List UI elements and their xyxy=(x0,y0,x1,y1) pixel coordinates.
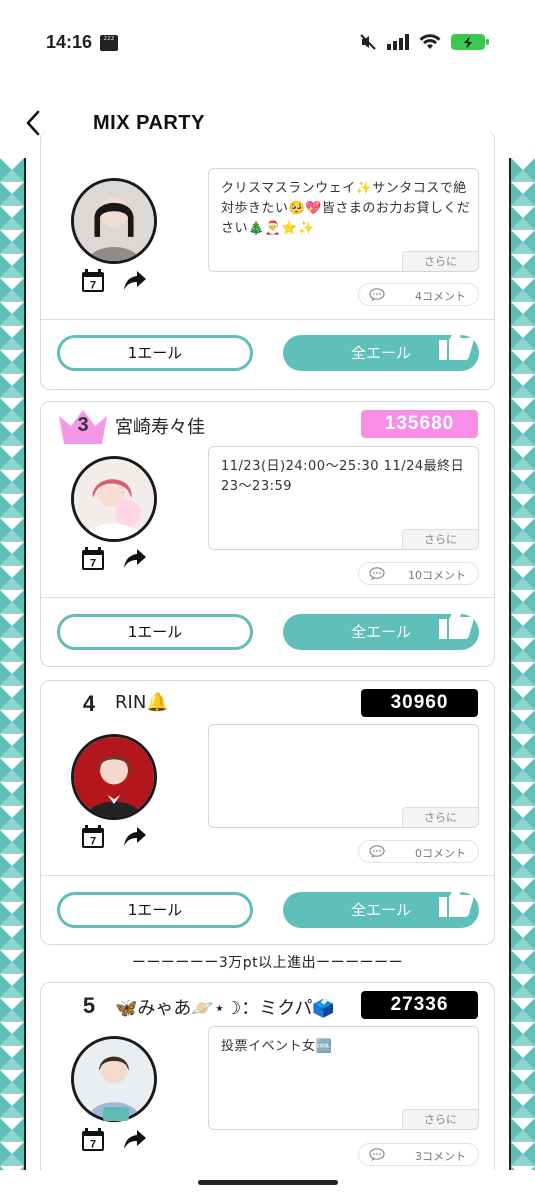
wifi-icon xyxy=(419,34,441,49)
ranking-card: 7 クリスマスランウェイ✨サンタコスで絶対歩きたい🥺💖皆さまのお力お貸しください… xyxy=(40,130,495,390)
clock: 14:16 xyxy=(46,32,93,52)
share-icon[interactable] xyxy=(123,826,147,848)
performer-name[interactable]: RIN🔔 xyxy=(115,692,169,713)
comment-count: 4コメント xyxy=(415,290,466,303)
calendar-icon[interactable]: 7 xyxy=(81,547,105,571)
rank-number: 3 xyxy=(77,414,89,436)
message-text: 投票イベント女🆒 xyxy=(221,1039,333,1054)
live-badge xyxy=(103,1107,129,1121)
svg-text:7: 7 xyxy=(90,836,96,848)
comments-button[interactable]: 4コメント xyxy=(358,283,479,306)
triangle-pattern-right xyxy=(511,158,535,1170)
avatar[interactable] xyxy=(71,734,157,820)
performer-name[interactable]: 宮崎寿々佳 xyxy=(115,413,205,439)
one-cheer-button[interactable]: 1エール xyxy=(57,892,253,928)
ranking-card: 3 宮崎寿々佳 135680 7 11/23(日)24:00〜25:30 11/… xyxy=(40,401,495,667)
all-cheer-label: 全エール xyxy=(350,623,411,641)
points-badge: 27336 xyxy=(361,991,478,1019)
share-icon[interactable] xyxy=(123,270,147,292)
comments-button[interactable]: 0コメント xyxy=(358,840,479,863)
triangle-pattern-left xyxy=(0,158,24,1170)
all-cheer-label: 全エール xyxy=(350,901,411,919)
one-cheer-button[interactable]: 1エール xyxy=(57,335,253,371)
divider xyxy=(41,597,494,598)
comment-count: 0コメント xyxy=(415,847,466,860)
rank-number: 4 xyxy=(82,691,96,716)
signal-icon xyxy=(387,34,409,50)
share-icon[interactable] xyxy=(123,548,147,570)
more-button[interactable]: さらに xyxy=(402,1109,478,1129)
avatar[interactable] xyxy=(71,178,157,264)
home-indicator[interactable] xyxy=(198,1180,338,1185)
rank-number: 5 xyxy=(82,993,96,1018)
comment-icon xyxy=(369,845,385,858)
comment-icon xyxy=(369,288,385,301)
one-cheer-button[interactable]: 1エール xyxy=(57,614,253,650)
comment-count: 3コメント xyxy=(415,1150,466,1163)
calendar-icon[interactable]: 7 xyxy=(81,825,105,849)
battery-icon xyxy=(451,34,489,50)
comments-button[interactable]: 3コメント xyxy=(358,1143,479,1166)
status-bar: 14:16 zzz xyxy=(0,0,535,90)
more-button[interactable]: さらに xyxy=(402,807,478,827)
performer-name[interactable]: 🦋みゃあ🪐⋆☽：ミクパ🗳️ xyxy=(115,994,335,1020)
ranking-card: 5 🦋みゃあ🪐⋆☽：ミクパ🗳️ 27336 7 投票イベント女🆒 さらに 3コメ… xyxy=(40,982,495,1170)
avatar[interactable] xyxy=(71,456,157,542)
comment-icon xyxy=(369,567,385,580)
pattern-border-left xyxy=(24,158,26,1170)
comment-count: 10コメント xyxy=(408,569,466,582)
message-box: 投票イベント女🆒 さらに xyxy=(208,1026,479,1130)
comments-button[interactable]: 10コメント xyxy=(358,562,479,585)
pattern-border-right xyxy=(509,158,511,1170)
divider xyxy=(41,319,494,320)
share-icon[interactable] xyxy=(123,1129,147,1151)
more-button[interactable]: さらに xyxy=(402,251,478,271)
message-box: さらに xyxy=(208,724,479,828)
points-badge: 30960 xyxy=(361,689,478,717)
calendar-icon[interactable]: 7 xyxy=(81,1128,105,1152)
svg-text:7: 7 xyxy=(90,1139,96,1151)
status-icons xyxy=(359,33,491,51)
calendar-icon[interactable]: 7 xyxy=(81,269,105,293)
all-cheer-label: 全エール xyxy=(350,344,411,362)
message-box: 11/23(日)24:00〜25:30 11/24最終日23〜23:59 さらに xyxy=(208,446,479,550)
sleep-icon: zzz xyxy=(100,35,118,51)
message-box: クリスマスランウェイ✨サンタコスで絶対歩きたい🥺💖皆さまのお力お貸しください🎄🎅… xyxy=(208,168,479,272)
message-text: 11/23(日)24:00〜25:30 11/24最終日23〜23:59 xyxy=(221,459,465,494)
svg-text:7: 7 xyxy=(90,558,96,570)
mute-icon xyxy=(360,34,376,50)
comment-icon xyxy=(369,1148,385,1161)
ranking-card: 4 RIN🔔 30960 7 さらに 0コメント 1エール 全エール xyxy=(40,680,495,945)
more-button[interactable]: さらに xyxy=(402,529,478,549)
threshold-separator: ーーーーーー3万pt以上進出ーーーーーー xyxy=(131,955,404,971)
thumbs-up-icon xyxy=(439,882,474,917)
thumbs-up-icon xyxy=(439,604,474,639)
points-badge: 135680 xyxy=(361,410,478,438)
svg-text:7: 7 xyxy=(90,280,96,292)
thumbs-up-icon xyxy=(439,325,474,360)
message-text: クリスマスランウェイ✨サンタコスで絶対歩きたい🥺💖皆さまのお力お貸しください🎄🎅… xyxy=(221,181,471,236)
divider xyxy=(41,875,494,876)
